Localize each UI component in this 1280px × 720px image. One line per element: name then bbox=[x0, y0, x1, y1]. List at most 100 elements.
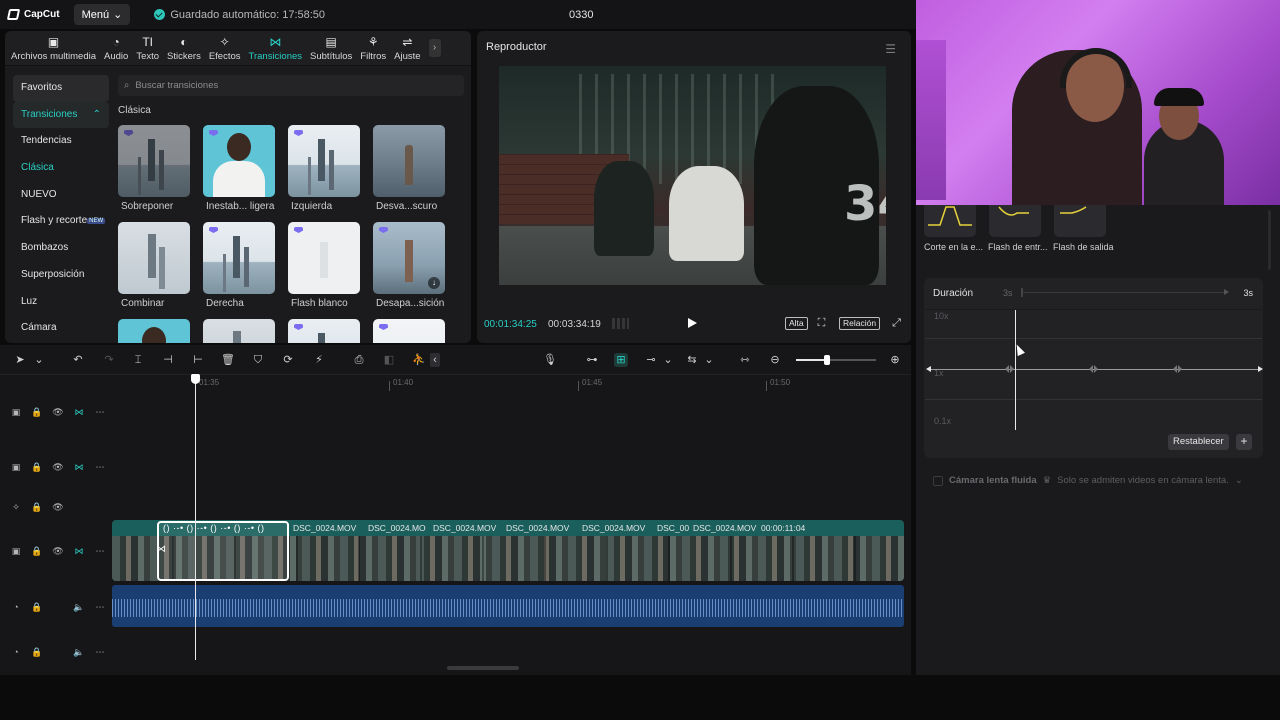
split-right-icon[interactable]: ⊢ bbox=[191, 353, 205, 367]
lock-icon[interactable]: 🔒 bbox=[31, 546, 43, 557]
more-icon[interactable]: ⋯ bbox=[94, 602, 106, 613]
tab-text[interactable]: TI Texto bbox=[132, 33, 163, 65]
animation-thumbnail[interactable] bbox=[989, 205, 1041, 237]
transition-card[interactable]: Desva...scuro bbox=[373, 125, 445, 212]
lock-icon[interactable]: 🔒 bbox=[31, 462, 43, 473]
audio-track[interactable] bbox=[112, 585, 904, 627]
reset-button[interactable]: Restablecer bbox=[1168, 434, 1229, 450]
sidebar-item-transiciones[interactable]: Transiciones ⌃ bbox=[13, 101, 109, 129]
video-preview[interactable]: 34 bbox=[499, 66, 886, 285]
lock-icon[interactable]: 🔒 bbox=[31, 602, 43, 613]
transition-track-icon[interactable]: ⋈ bbox=[73, 407, 85, 418]
smooth-slow-motion-checkbox[interactable] bbox=[933, 475, 943, 486]
mask-icon[interactable]: ⛉ bbox=[251, 353, 265, 367]
chevron-down-icon[interactable]: ⌄ bbox=[32, 353, 46, 367]
timeline-scrollbar[interactable] bbox=[447, 666, 519, 670]
duration-slider-handle[interactable] bbox=[1021, 288, 1023, 297]
eye-icon[interactable]: 👁 bbox=[52, 502, 64, 513]
transition-card[interactable]: Combinar bbox=[118, 222, 190, 309]
transition-icon[interactable]: ⋈ bbox=[156, 544, 168, 556]
chevron-down-icon[interactable]: ⌄ bbox=[702, 353, 716, 367]
play-icon[interactable] bbox=[688, 318, 697, 328]
tab-audio[interactable]: ◔ Audio bbox=[100, 33, 132, 65]
hamburger-menu-icon[interactable]: ☰ bbox=[885, 42, 896, 56]
duration-slider[interactable] bbox=[1022, 289, 1229, 295]
undo-icon[interactable]: ↶ bbox=[71, 353, 85, 367]
redo-icon[interactable]: ↷ bbox=[102, 353, 116, 367]
collapse-icon[interactable]: ‹ bbox=[430, 353, 440, 367]
freeze-icon[interactable]: ⚡ bbox=[312, 353, 326, 367]
quality-button[interactable]: Alta bbox=[785, 317, 808, 330]
curve-point-handle[interactable] bbox=[1005, 365, 1015, 374]
zoom-slider-handle[interactable] bbox=[824, 355, 830, 365]
delete-icon[interactable]: 🗑 bbox=[221, 353, 235, 367]
tab-transitions[interactable]: ⋈ Transiciones bbox=[245, 33, 307, 65]
fit-screen-icon[interactable]: ⛶ bbox=[815, 317, 828, 330]
sidebar-item-favoritos[interactable]: Favoritos bbox=[13, 75, 109, 102]
mute-icon[interactable]: 🔈 bbox=[73, 602, 85, 613]
sidebar-item-camara[interactable]: Cámara bbox=[13, 315, 109, 342]
transition-card[interactable]: Flash blanco bbox=[288, 222, 360, 309]
preview-axis-icon[interactable]: ⇆ bbox=[685, 353, 699, 367]
search-input[interactable] bbox=[135, 80, 436, 91]
tab-stickers[interactable]: ◐ Stickers bbox=[163, 33, 205, 65]
curve-playhead[interactable] bbox=[1015, 310, 1016, 430]
mute-icon[interactable]: 🔈 bbox=[73, 647, 85, 658]
fullscreen-icon[interactable]: ⤢ bbox=[890, 317, 903, 330]
auto-reframe-icon[interactable]: ⎙ bbox=[352, 353, 366, 367]
more-icon[interactable]: ⋯ bbox=[94, 546, 106, 557]
transition-card[interactable] bbox=[203, 319, 275, 343]
lock-icon[interactable]: 🔒 bbox=[31, 407, 43, 418]
tab-filters[interactable]: ⚘ Filtros bbox=[356, 33, 390, 65]
microphone-icon[interactable]: 🎙 bbox=[543, 353, 557, 367]
lock-icon[interactable]: 🔒 bbox=[31, 502, 43, 513]
person-icon[interactable]: ⛹ bbox=[412, 353, 426, 367]
tab-subtitles[interactable]: ▤ Subtítulos bbox=[306, 33, 356, 65]
add-point-button[interactable]: + bbox=[1236, 434, 1252, 450]
tabs-scroll-right-button[interactable]: › bbox=[428, 39, 441, 57]
transition-card[interactable]: Sobreponer bbox=[118, 125, 190, 212]
linkage-icon[interactable]: ⊸ bbox=[644, 353, 658, 367]
menu-button[interactable]: Menú ⌄ bbox=[73, 4, 131, 25]
chevron-down-icon[interactable]: ⌄ bbox=[661, 353, 675, 367]
playhead-handle[interactable] bbox=[191, 374, 200, 384]
crop-icon[interactable]: ⟳ bbox=[281, 353, 295, 367]
animation-thumbnail[interactable] bbox=[1054, 205, 1106, 237]
split-left-icon[interactable]: ⊣ bbox=[161, 353, 175, 367]
sidebar-item-bombazos[interactable]: Bombazos bbox=[13, 235, 109, 262]
tab-effects[interactable]: ✧ Efectos bbox=[205, 33, 245, 65]
transition-card[interactable]: Derecha bbox=[203, 222, 275, 309]
transition-card[interactable] bbox=[288, 319, 360, 343]
playhead[interactable] bbox=[195, 376, 196, 660]
transition-card[interactable]: ↓ Desapa...sición bbox=[373, 222, 445, 309]
zoom-out-icon[interactable]: ⊖ bbox=[768, 353, 782, 367]
transition-card[interactable]: Inestab... ligera bbox=[203, 125, 275, 212]
zoom-in-icon[interactable]: ⊕ bbox=[888, 353, 902, 367]
sidebar-item-clasica[interactable]: Clásica bbox=[13, 155, 109, 182]
ratio-button[interactable]: Relación bbox=[839, 317, 881, 330]
more-icon[interactable]: ⋯ bbox=[94, 647, 106, 658]
sidebar-item-superposicion[interactable]: Superposición bbox=[13, 262, 109, 289]
eye-icon[interactable]: 👁 bbox=[52, 546, 64, 557]
download-icon[interactable]: ↓ bbox=[428, 277, 440, 289]
more-icon[interactable]: ⋯ bbox=[94, 462, 106, 473]
transition-track-icon[interactable]: ⋈ bbox=[73, 462, 85, 473]
panel-scrollbar[interactable] bbox=[1268, 210, 1271, 270]
magnet-icon[interactable]: ⊞ bbox=[614, 353, 628, 367]
curve-point-handle[interactable] bbox=[1089, 365, 1099, 374]
sidebar-item-tendencias[interactable]: Tendencias bbox=[13, 128, 109, 155]
eye-icon[interactable]: 👁 bbox=[52, 407, 64, 418]
curve-point-handle[interactable] bbox=[1173, 365, 1183, 374]
split-icon[interactable]: ⌶ bbox=[131, 353, 145, 367]
tab-adjust[interactable]: ⇌ Ajuste bbox=[390, 33, 424, 65]
eye-icon[interactable]: 👁 bbox=[52, 462, 64, 473]
remove-bg-icon[interactable]: ◧ bbox=[382, 353, 396, 367]
transition-card[interactable] bbox=[373, 319, 445, 343]
lock-icon[interactable]: 🔒 bbox=[31, 647, 43, 658]
transition-card[interactable]: Izquierda bbox=[288, 125, 360, 212]
transition-track-icon[interactable]: ⋈ bbox=[73, 546, 85, 557]
select-tool-icon[interactable]: ➤ bbox=[13, 353, 27, 367]
time-ruler[interactable]: 01:35 01:40 01:45 01:50 bbox=[110, 375, 911, 397]
sidebar-item-luz[interactable]: Luz bbox=[13, 289, 109, 316]
sidebar-item-flash[interactable]: Flash y recorte NEW bbox=[13, 208, 109, 235]
